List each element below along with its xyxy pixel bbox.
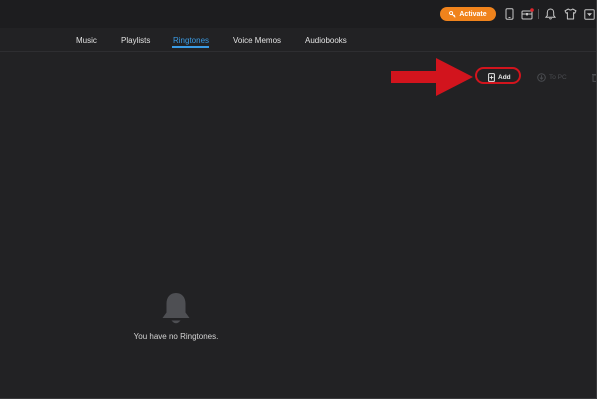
tab-music[interactable]: Music [76,36,97,45]
annotation-arrow-icon [391,58,473,96]
device-icon[interactable] [502,7,516,21]
to-pc-button[interactable]: To PC [537,71,567,83]
empty-bell-icon [162,293,190,324]
trash-icon [592,73,596,82]
tab-audiobooks[interactable]: Audiobooks [305,36,347,45]
shirt-icon[interactable] [563,7,577,21]
add-label: Add [498,73,511,81]
app-window: Activate Music Playlists Ringtones Voice… [0,0,597,399]
category-tabs: Music Playlists Ringtones Voice Memos Au… [0,28,596,52]
bell-icon[interactable] [543,7,557,21]
activate-label: Activate [459,10,487,18]
title-bar: Activate [0,0,596,28]
delete-button[interactable] [592,71,596,83]
key-icon [449,10,457,18]
active-tab-indicator [172,46,209,48]
activate-button[interactable]: Activate [440,7,496,21]
tab-playlists[interactable]: Playlists [121,36,150,45]
toolbox-icon[interactable] [520,7,534,21]
titlebar-separator [538,9,539,19]
add-button[interactable]: Add [488,71,511,83]
add-file-icon [488,72,495,82]
tab-ringtones[interactable]: Ringtones [173,36,209,45]
menu-dropdown-icon[interactable] [582,7,596,21]
tab-voice-memos[interactable]: Voice Memos [233,36,281,45]
export-to-pc-icon [537,72,546,82]
to-pc-label: To PC [549,73,567,81]
empty-state-message: You have no Ringtones. [133,332,219,341]
